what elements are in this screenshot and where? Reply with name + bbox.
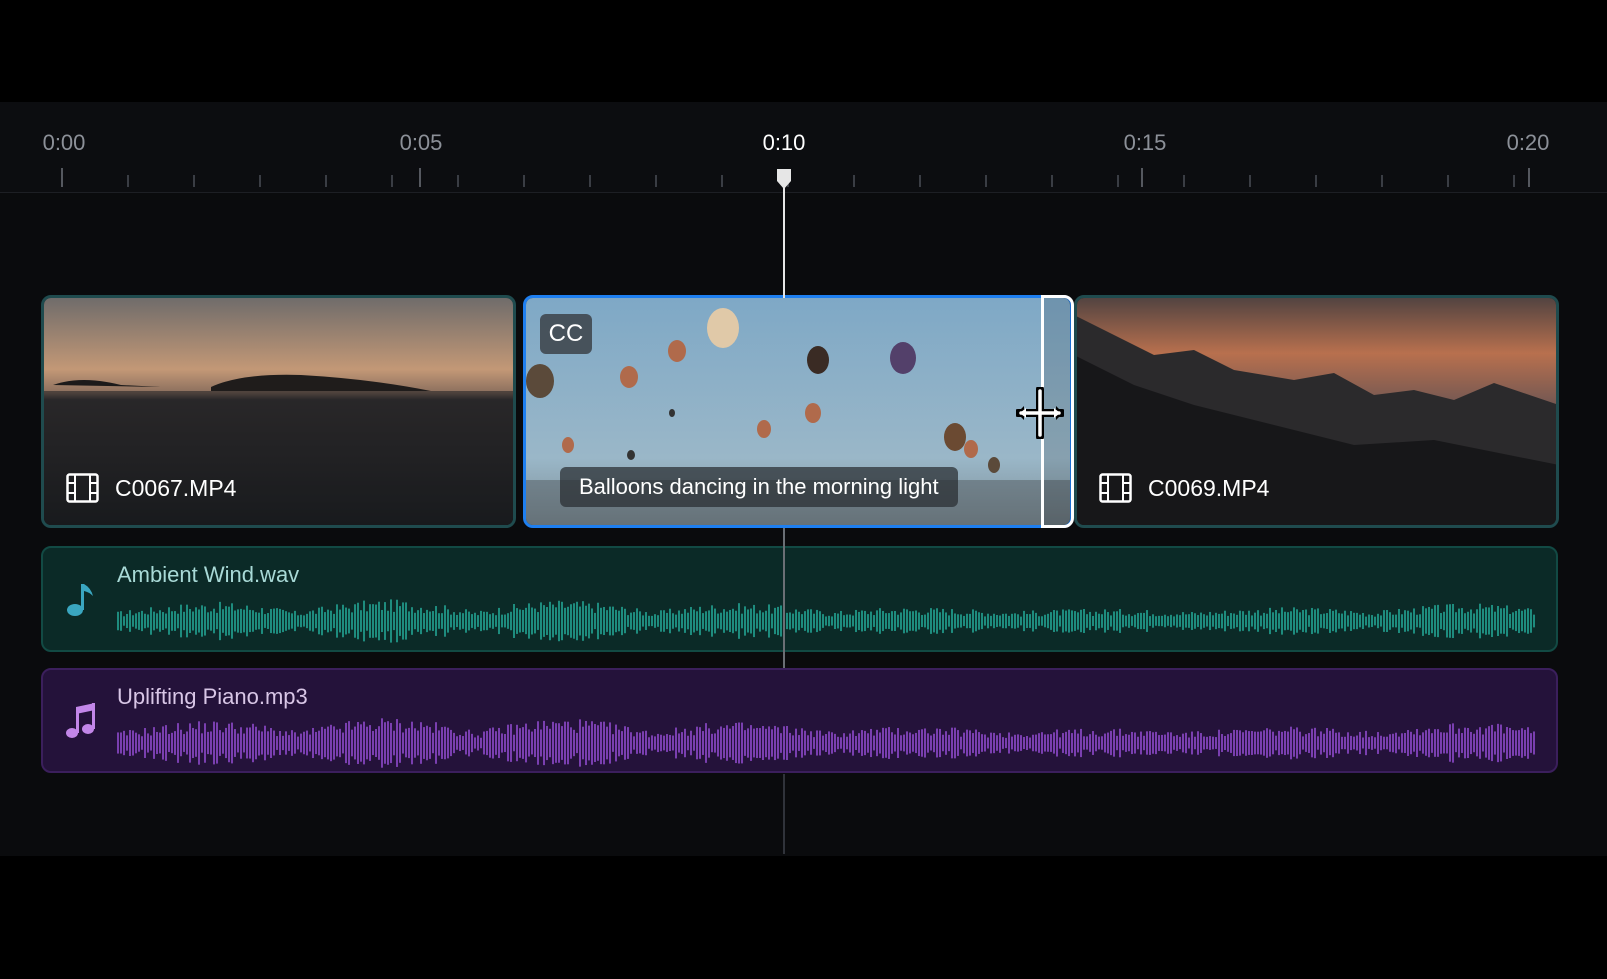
ruler-tick <box>457 175 459 187</box>
ruler-tick <box>985 175 987 187</box>
ruler-tick <box>1381 175 1383 187</box>
ruler-tick <box>1315 175 1317 187</box>
ruler-tick <box>523 175 525 187</box>
ruler-tick <box>655 175 657 187</box>
clip-caption[interactable]: Balloons dancing in the morning light <box>560 467 958 507</box>
film-icon <box>66 473 99 503</box>
time-label-15: 0:15 <box>1123 130 1167 155</box>
playhead-handle[interactable] <box>775 168 793 190</box>
ruler-tick <box>325 175 327 187</box>
ruler-tick <box>1249 175 1251 187</box>
ruler-major-tick <box>1528 168 1530 187</box>
closed-captions-badge[interactable]: CC <box>540 314 592 354</box>
audio-clip-ambient-wind[interactable]: Ambient Wind.wav <box>41 546 1558 652</box>
audio-track-name: Ambient Wind.wav <box>117 562 300 587</box>
ruler-tick <box>853 175 855 187</box>
playhead-line-lower <box>783 528 785 668</box>
audio-waveform <box>117 718 1535 768</box>
music-notes-icon <box>66 703 95 738</box>
ruler-tick <box>1117 175 1119 187</box>
time-label-20: 0:20 <box>1506 130 1550 155</box>
ruler-tick <box>1183 175 1185 187</box>
ruler-tick <box>127 175 129 187</box>
audio-track-name: Uplifting Piano.mp3 <box>117 684 308 709</box>
time-label-10: 0:10 <box>762 130 806 155</box>
audio-waveform <box>117 599 1535 643</box>
ruler-tick <box>721 175 723 187</box>
playhead-line[interactable] <box>783 188 785 298</box>
film-icon <box>1099 473 1132 503</box>
ruler-major-tick <box>419 168 421 187</box>
time-label-0: 0:00 <box>42 130 86 155</box>
ruler-tick <box>1051 175 1053 187</box>
ruler-tick <box>391 175 393 187</box>
clip-filename: C0069.MP4 <box>1148 474 1270 501</box>
clip-filename: C0067.MP4 <box>115 474 237 501</box>
video-clip-balloons[interactable]: CC Balloons dancing in the morning light <box>523 295 1073 528</box>
video-clip-c0067[interactable]: C0067.MP4 <box>41 295 516 528</box>
ruler-tick <box>589 175 591 187</box>
ruler-tick <box>919 175 921 187</box>
time-ruler[interactable]: 0:00 0:05 0:10 0:15 0:20 <box>0 102 1607 193</box>
ruler-tick <box>259 175 261 187</box>
ruler-tick <box>193 175 195 187</box>
audio-clip-uplifting-piano[interactable]: Uplifting Piano.mp3 <box>41 668 1558 773</box>
music-note-icon <box>67 584 93 616</box>
ruler-tick <box>1513 175 1515 187</box>
clip-label-c0067: C0067.MP4 <box>66 473 236 503</box>
clip-label-c0069: C0069.MP4 <box>1099 473 1269 503</box>
ruler-major-tick <box>61 168 63 187</box>
ruler-tick <box>1447 175 1449 187</box>
ruler-major-tick <box>1141 168 1143 187</box>
move-cursor-icon <box>1016 387 1064 439</box>
playhead-line-bottom <box>783 774 785 854</box>
time-label-5: 0:05 <box>399 130 443 155</box>
video-clip-c0069[interactable]: C0069.MP4 <box>1074 295 1559 528</box>
